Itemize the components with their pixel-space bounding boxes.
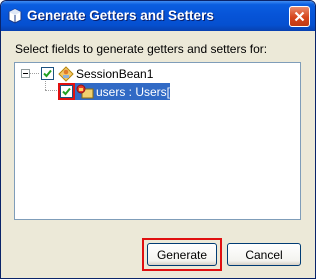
expander-minus-icon[interactable]: [21, 69, 30, 78]
instruction-label: Select fields to generate getters and se…: [15, 42, 268, 56]
close-icon: [294, 11, 305, 22]
tree-connector: [45, 79, 46, 90]
app-icon: [7, 8, 23, 24]
tree-node-users[interactable]: users : Users[]: [96, 85, 173, 99]
tree-connector: [30, 73, 39, 74]
generate-getters-setters-dialog: Generate Getters and Setters Select fiel…: [0, 0, 316, 279]
root-checkbox[interactable]: [41, 67, 54, 80]
tree-node-session-bean[interactable]: SessionBean1: [76, 67, 153, 81]
checkbox-highlight-box: [58, 83, 75, 100]
tree-connector: [45, 90, 57, 91]
close-button[interactable]: [289, 6, 310, 27]
generate-button-highlight-box: [142, 238, 222, 271]
title-bar[interactable]: Generate Getters and Setters: [1, 1, 315, 31]
fields-tree[interactable]: SessionBean1 users : Users[]: [14, 62, 301, 220]
field-icon: [76, 84, 94, 103]
window-title: Generate Getters and Setters: [27, 8, 214, 23]
check-icon: [43, 69, 52, 78]
cancel-button[interactable]: Cancel: [227, 243, 301, 266]
